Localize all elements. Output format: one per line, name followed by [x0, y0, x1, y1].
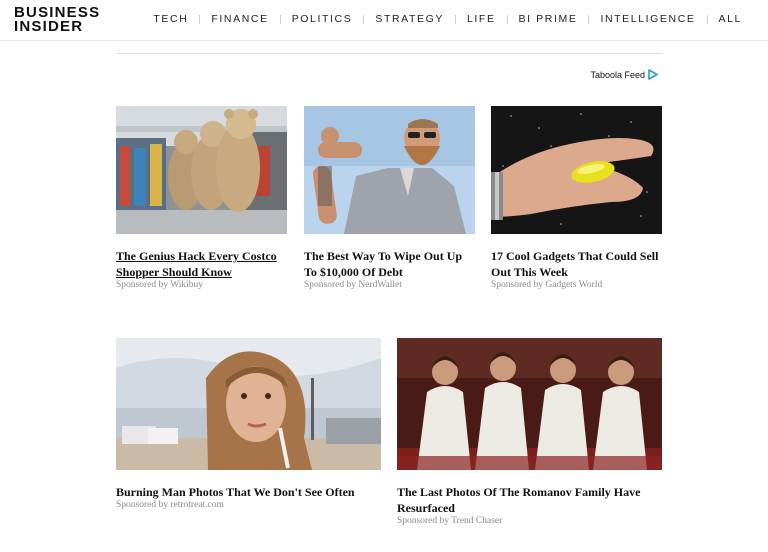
card-sponsor[interactable]: Sponsored by Trend Chaser [397, 516, 662, 526]
top-navigation-bar: BUSINESS INSIDER TECH FINANCE POLITICS S… [0, 0, 768, 41]
hand-yellow-gadget-image[interactable] [491, 106, 662, 234]
costco-teddy-bears-image[interactable] [116, 106, 287, 234]
card-sponsor[interactable]: Sponsored by Wikibuy [116, 280, 287, 290]
nav-divider [588, 14, 590, 24]
sponsored-card[interactable]: 17 Cool Gadgets That Could Sell Out This… [491, 106, 662, 290]
logo-line-2: INSIDER [14, 18, 84, 35]
card-sponsor[interactable]: Sponsored by retrotreat.com [116, 500, 381, 510]
taboola-play-icon [648, 69, 658, 80]
romanov-sisters-image[interactable] [397, 338, 662, 470]
sponsored-card[interactable]: Burning Man Photos That We Don't See Oft… [116, 338, 381, 510]
nav-finance[interactable]: FINANCE [211, 13, 268, 25]
card-sponsor[interactable]: Sponsored by Gadgets World [491, 280, 662, 290]
nav-all[interactable]: ALL [719, 13, 742, 25]
card-headline[interactable]: The Genius Hack Every Costco Shopper Sho… [116, 248, 287, 280]
nav-strategy[interactable]: STRATEGY [375, 13, 444, 25]
nav-tech[interactable]: TECH [153, 13, 188, 25]
nav-divider [706, 14, 708, 24]
taboola-feed-label[interactable]: Taboola Feed [590, 69, 658, 80]
business-insider-logo[interactable]: BUSINESS INSIDER [14, 5, 100, 35]
nav-bi-prime[interactable]: BI PRIME [519, 13, 578, 25]
card-sponsor[interactable]: Sponsored by NerdWallet [304, 280, 475, 290]
nav-divider [363, 14, 365, 24]
sponsored-card[interactable]: The Best Way To Wipe Out Up To $10,000 O… [304, 106, 475, 290]
bearded-man-flexing-image[interactable] [304, 106, 475, 234]
card-headline[interactable]: Burning Man Photos That We Don't See Oft… [116, 484, 381, 500]
card-headline[interactable]: 17 Cool Gadgets That Could Sell Out This… [491, 248, 662, 280]
nav-intelligence[interactable]: INTELLIGENCE [600, 13, 695, 25]
sponsored-card[interactable]: The Genius Hack Every Costco Shopper Sho… [116, 106, 287, 290]
taboola-feed-text: Taboola Feed [590, 69, 645, 80]
nav-divider [506, 14, 508, 24]
section-nav: TECH FINANCE POLITICS STRATEGY LIFE BI P… [153, 13, 742, 25]
card-headline[interactable]: The Last Photos Of The Romanov Family Ha… [397, 484, 662, 516]
nav-divider [279, 14, 281, 24]
nav-politics[interactable]: POLITICS [292, 13, 353, 25]
woman-desert-selfie-image[interactable] [116, 338, 381, 470]
nav-life[interactable]: LIFE [467, 13, 496, 25]
nav-divider [199, 14, 201, 24]
nav-divider [454, 14, 456, 24]
content-divider [116, 53, 662, 54]
sponsored-card[interactable]: The Last Photos Of The Romanov Family Ha… [397, 338, 662, 526]
card-headline[interactable]: The Best Way To Wipe Out Up To $10,000 O… [304, 248, 475, 280]
